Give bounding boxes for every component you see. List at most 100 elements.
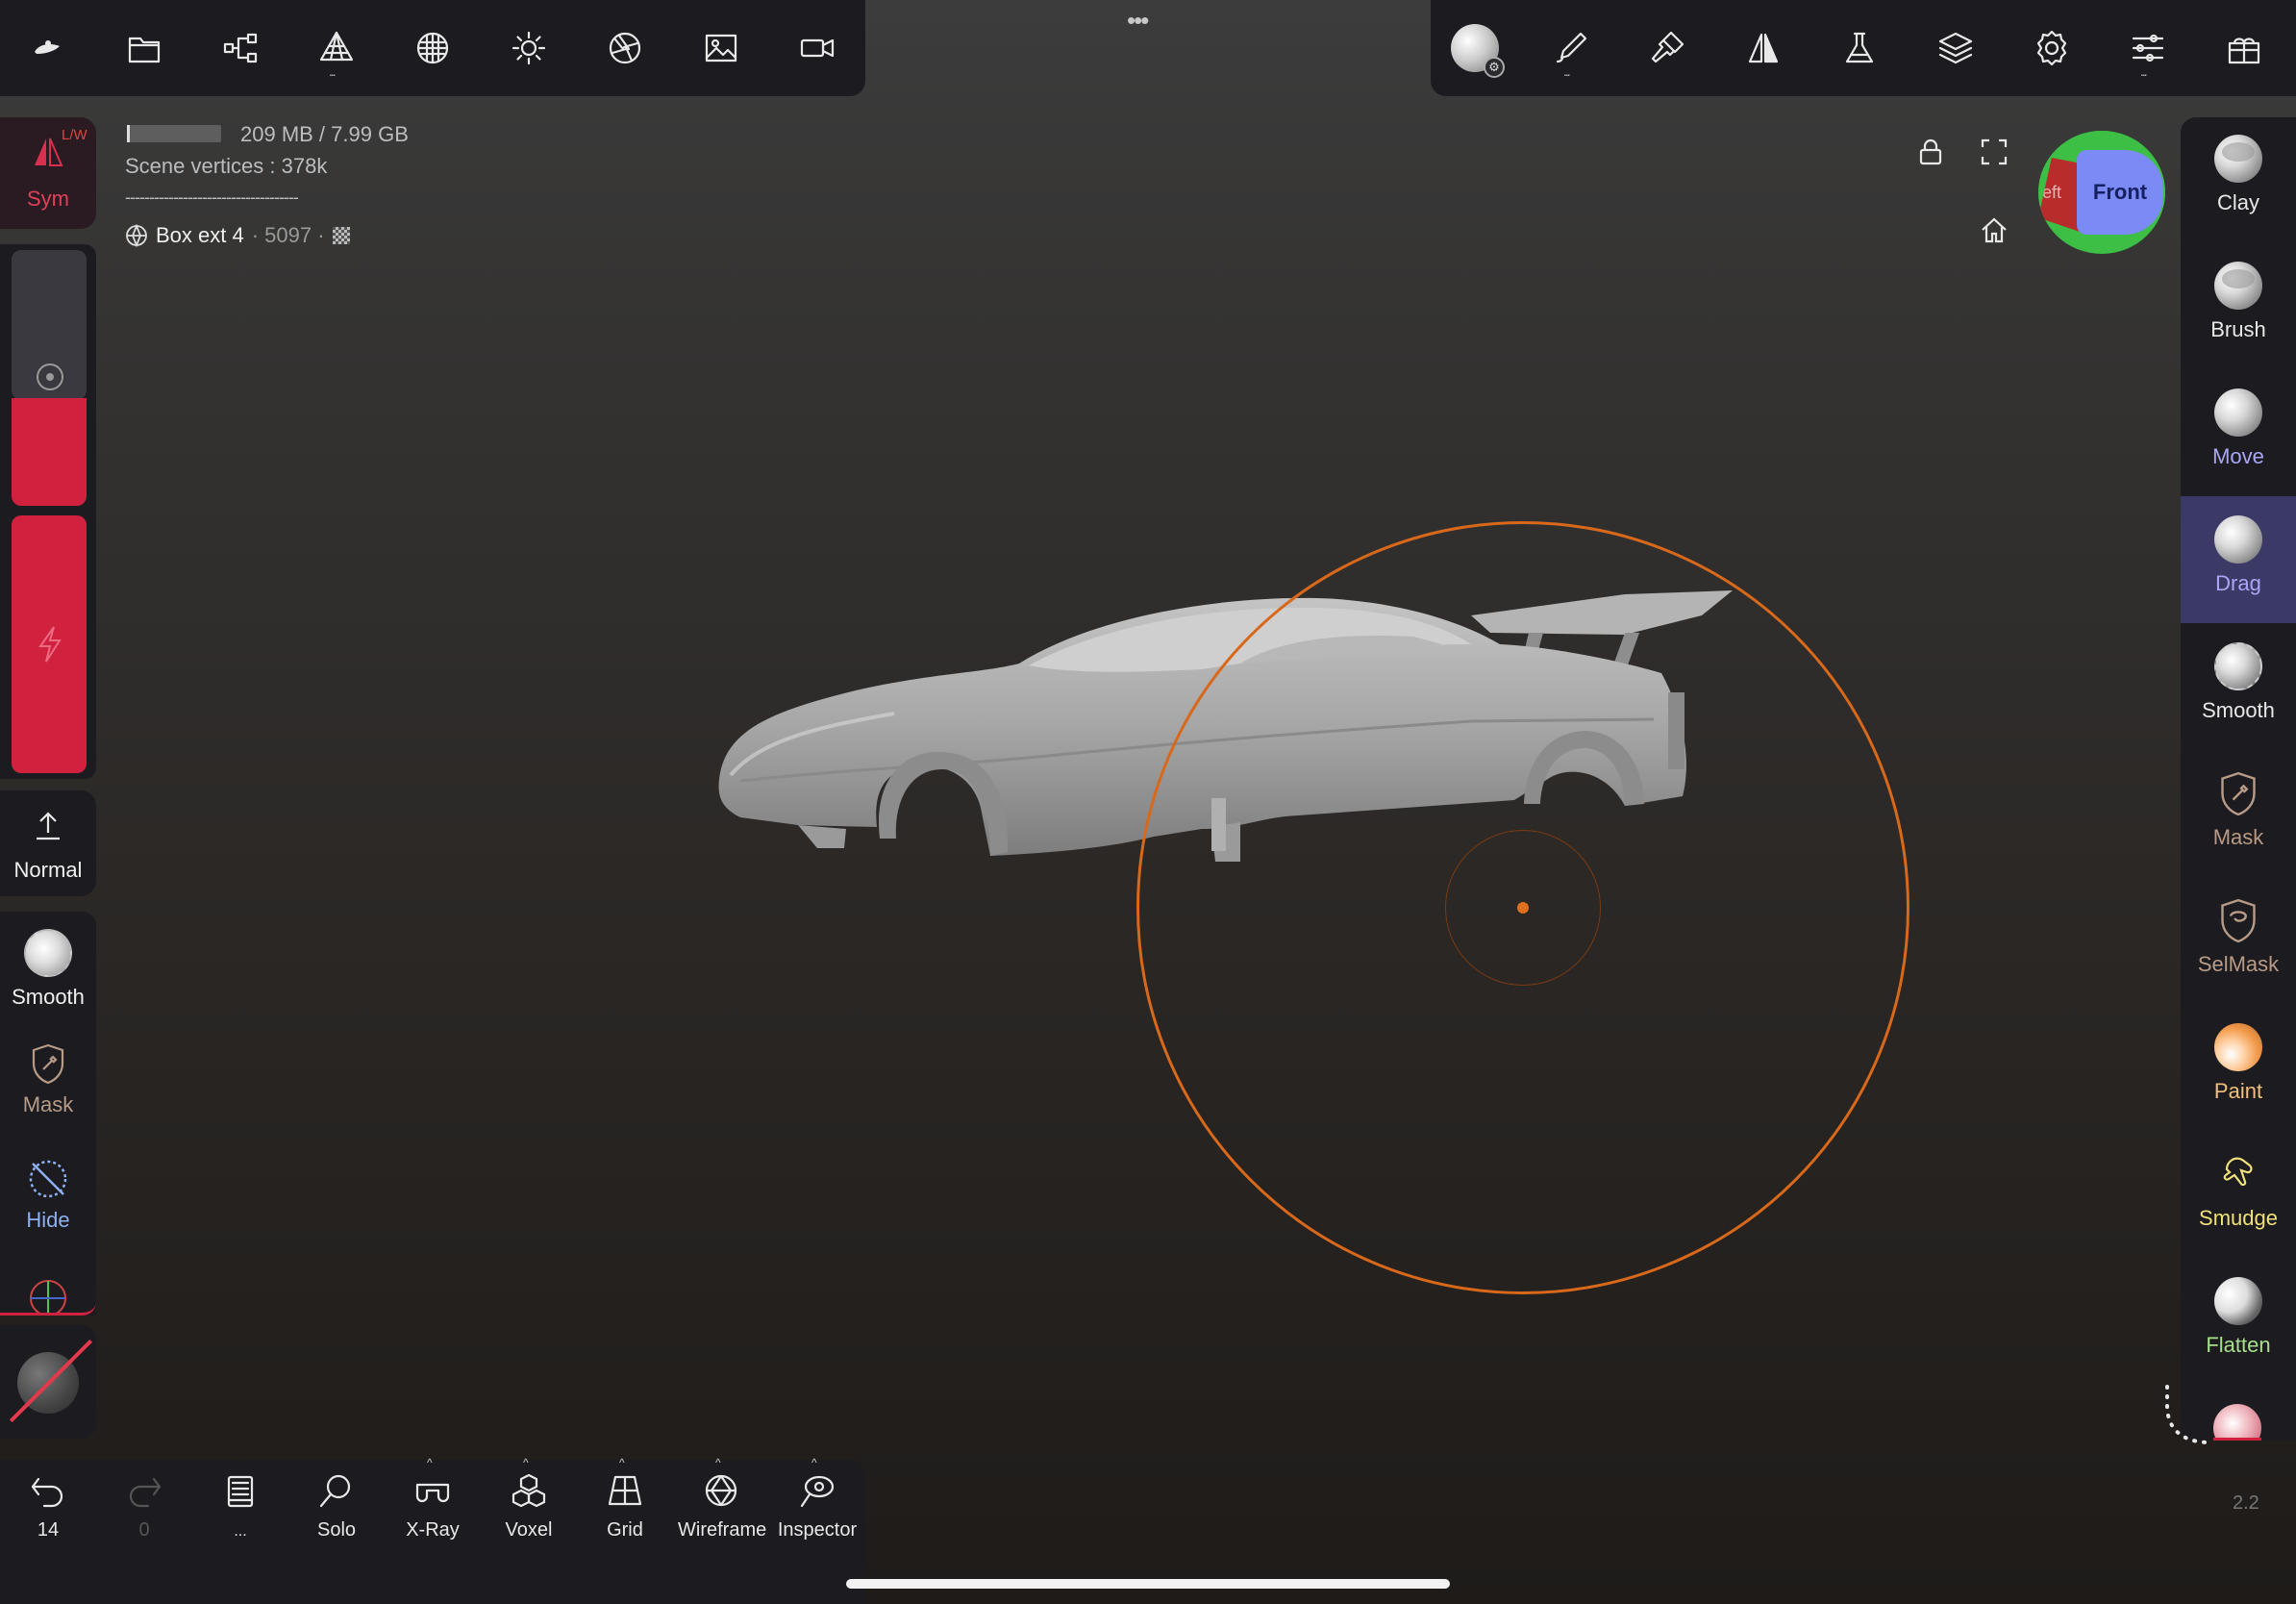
object-mesh-icon <box>126 224 147 247</box>
glasses-icon <box>415 1483 450 1503</box>
grid-label: Grid <box>607 1519 643 1541</box>
radius-slider-fill[interactable] <box>12 398 87 506</box>
search-icon <box>319 1474 351 1508</box>
clay-sphere-icon <box>2214 135 2262 183</box>
intensity-slider[interactable] <box>12 515 87 773</box>
tool-move[interactable]: Move <box>2181 388 2296 469</box>
material-preview-tool[interactable] <box>0 1325 96 1439</box>
xray-caret: ^ <box>427 1456 433 1469</box>
normal-label: Normal <box>13 858 83 882</box>
view-cube[interactable]: eft Front <box>2038 131 2165 254</box>
lock-icon[interactable] <box>1915 137 1946 172</box>
painting-icon[interactable] <box>1640 21 1694 75</box>
tool-selmask[interactable]: SelMask <box>2181 896 2296 977</box>
more-options-dots[interactable]: ••• <box>1127 6 1149 36</box>
flatten-sphere-icon <box>2214 1277 2262 1325</box>
history-button[interactable]: ... <box>197 1471 284 1541</box>
undo-button[interactable]: 14 <box>5 1471 91 1541</box>
tool-mask[interactable]: Mask <box>2181 769 2296 850</box>
scene-graph-icon[interactable] <box>213 21 267 75</box>
wireframe-button[interactable]: Wireframe <box>678 1471 767 1541</box>
tool-move-label: Move <box>2212 444 2264 468</box>
object-vertex-count: · 5097 · <box>251 223 325 247</box>
object-name: Box ext 4 <box>156 223 244 247</box>
checker-icon <box>332 227 350 244</box>
mesh-topology-icon[interactable]: ... <box>310 21 363 79</box>
tool-flatten[interactable]: Flatten <box>2181 1277 2296 1358</box>
version-label: 2.2 <box>2233 1492 2259 1514</box>
selmask-shield-icon <box>2221 898 2256 943</box>
view-cube-front-face[interactable]: Front <box>2077 150 2163 235</box>
files-icon[interactable] <box>117 21 171 75</box>
redo-count: 0 <box>138 1519 150 1541</box>
tools-scroll-indicator[interactable] <box>2159 1381 2227 1458</box>
material-sphere-icon[interactable] <box>406 21 460 75</box>
tool-mask-label: Mask <box>2212 825 2264 849</box>
wireframe-label: Wireframe <box>678 1519 767 1541</box>
video-icon[interactable] <box>790 21 844 75</box>
smooth-quick-tool[interactable]: Smooth <box>0 929 96 1010</box>
solo-label: Solo <box>316 1519 357 1541</box>
layers-icon[interactable] <box>1929 21 1983 75</box>
tool-drag-label: Drag <box>2215 571 2261 595</box>
inspector-button[interactable]: Inspector <box>774 1471 861 1541</box>
flask-icon[interactable] <box>1833 21 1886 75</box>
drag-sphere-icon <box>2214 515 2262 564</box>
mask-shield-icon <box>32 1043 64 1085</box>
home-icon[interactable] <box>1979 215 2009 251</box>
history-label: ... <box>234 1523 247 1540</box>
camera-aperture-icon[interactable] <box>598 21 652 75</box>
normal-button[interactable]: Normal <box>0 790 96 896</box>
undo-count: 14 <box>37 1519 60 1541</box>
tool-paint[interactable]: Paint <box>2181 1023 2296 1104</box>
material-icon[interactable]: ⚙ <box>1448 21 1505 78</box>
book-icon <box>227 1475 254 1508</box>
undo-icon <box>31 1477 63 1508</box>
hide-quick-tool[interactable]: Hide <box>0 1156 96 1233</box>
redo-button[interactable]: 0 <box>101 1471 187 1541</box>
background-image-icon[interactable] <box>694 21 748 75</box>
tool-smudge-label: Smudge <box>2199 1206 2278 1230</box>
home-indicator-bar[interactable] <box>846 1579 1450 1589</box>
sym-button[interactable]: L/W Sym <box>0 117 96 229</box>
solo-button[interactable]: Solo <box>293 1471 380 1541</box>
top-right-toolbar: ⚙ ... ... <box>1431 0 2296 96</box>
light-icon[interactable] <box>502 21 556 75</box>
tool-clay[interactable]: Clay <box>2181 135 2296 215</box>
tool-paint-label: Paint <box>2213 1079 2263 1103</box>
tool-smooth-label: Smooth <box>2202 698 2275 722</box>
inspector-caret: ^ <box>811 1456 817 1469</box>
nomad-logo-icon[interactable] <box>21 21 75 75</box>
symmetry-icon[interactable] <box>1736 21 1790 75</box>
grid-caret: ^ <box>619 1456 625 1469</box>
mask-shield-icon <box>2221 771 2256 816</box>
smooth-quick-label: Smooth <box>12 985 85 1009</box>
tool-smudge[interactable]: Smudge <box>2181 1150 2296 1231</box>
redo-icon <box>129 1477 162 1508</box>
radius-slider[interactable] <box>12 250 87 400</box>
tool-drag[interactable]: Drag <box>2181 515 2296 596</box>
tool-smooth[interactable]: Smooth <box>2181 642 2296 723</box>
gizmo-icon <box>30 1280 66 1313</box>
brush-center-dot <box>1517 902 1529 914</box>
smooth-sphere-icon <box>2214 642 2262 690</box>
memory-bar <box>127 125 221 142</box>
brush-stroke-icon[interactable]: ... <box>1544 21 1598 79</box>
xray-button[interactable]: X-Ray <box>389 1471 476 1541</box>
settings-icon[interactable] <box>2025 21 2079 75</box>
grid-icon <box>608 1475 642 1506</box>
voxel-button[interactable]: Voxel <box>486 1471 572 1541</box>
tool-brush[interactable]: Brush <box>2181 262 2296 342</box>
object-info-row[interactable]: Box ext 4 · 5097 · <box>125 223 350 248</box>
wireframe-caret: ^ <box>715 1456 721 1469</box>
radius-icon <box>37 363 63 390</box>
mask-quick-tool[interactable]: Mask <box>0 1042 96 1117</box>
fullscreen-icon[interactable] <box>1979 137 2009 172</box>
normal-icon <box>37 812 60 840</box>
gift-icon[interactable] <box>2217 21 2271 75</box>
sliders-icon[interactable]: ... <box>2121 21 2175 79</box>
grid-button[interactable]: Grid <box>582 1471 668 1541</box>
hide-icon <box>29 1160 67 1198</box>
gizmo-quick-tool[interactable] <box>0 1267 96 1316</box>
inspector-label: Inspector <box>777 1519 858 1541</box>
